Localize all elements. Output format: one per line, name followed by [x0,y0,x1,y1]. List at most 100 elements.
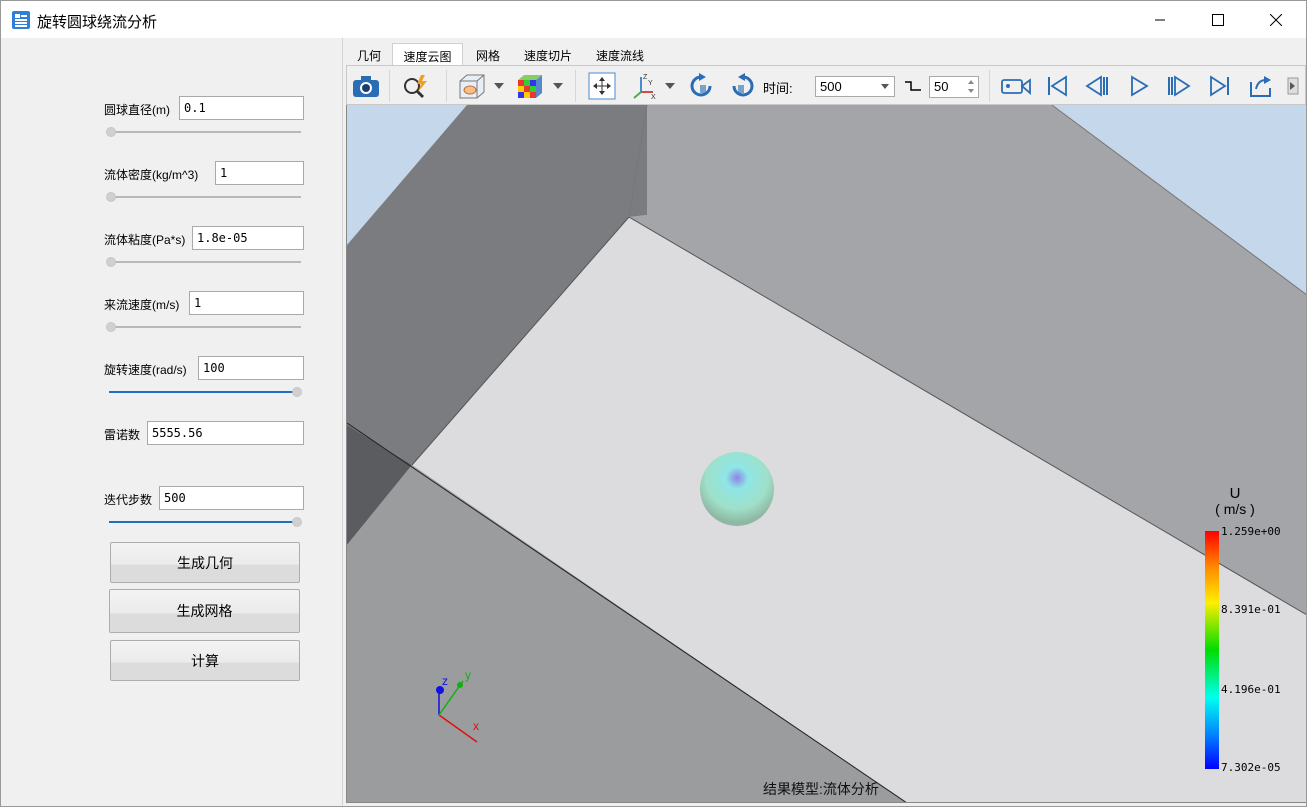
generate-geometry-button[interactable]: 生成几何 [110,542,300,583]
record-button[interactable] [999,71,1033,101]
zoom-fit-button[interactable] [401,71,431,101]
iteration-steps-label: 迭代步数 [104,493,153,507]
zoom-fit-icon [404,75,427,99]
tab-mesh[interactable]: 网格 [467,43,509,65]
first-frame-button[interactable] [1042,71,1072,101]
viscosity-label: 流体粘度(Pa*s) [104,233,186,247]
close-icon [1270,13,1282,26]
generate-mesh-button[interactable]: 生成网格 [109,589,300,633]
tab-velocity-slice[interactable]: 速度切片 [515,43,581,65]
legend-unit: ( m/s ) [1215,501,1255,517]
iteration-steps-input[interactable]: 500 [159,486,304,510]
z-axis-label: z [442,674,448,688]
legend-tick: 4.196e-01 [1221,683,1281,696]
box-display-icon [459,74,485,99]
diameter-label: 圆球直径(m) [104,103,170,117]
svg-text:X: X [651,94,656,100]
slider-thumb[interactable] [106,322,116,332]
tab-geometry[interactable]: 几何 [349,43,389,65]
close-button[interactable] [1247,1,1305,38]
box-display-button[interactable] [457,71,487,101]
time-label: 时间: [763,81,793,96]
first-frame-icon [1048,75,1067,97]
chevron-down-icon [881,84,889,89]
play-button[interactable] [1124,71,1154,101]
step-spinbox[interactable]: 50 [929,76,979,98]
legend-tick: 8.391e-01 [1221,603,1281,616]
app-logo-icon [12,11,30,29]
x-axis-label: x [473,719,479,733]
legend-tick: 7.302e-05 [1221,761,1281,774]
next-frame-button[interactable] [1164,71,1194,101]
compute-button[interactable]: 计算 [110,640,300,681]
rotate-ccw-button[interactable] [728,71,758,101]
slider-thumb[interactable] [106,127,116,137]
time-select-value: 500 [820,79,842,94]
rotation-speed-slider[interactable] [109,386,302,398]
last-frame-button[interactable] [1205,71,1235,101]
legend-tick: 1.259e+00 [1221,525,1281,538]
iteration-steps-slider[interactable] [109,516,302,528]
prev-frame-button[interactable] [1082,71,1112,101]
density-slider[interactable] [106,191,302,203]
window-title: 旋转圆球绕流分析 [37,14,158,31]
cube-color-icon [518,75,542,98]
density-label: 流体密度(kg/m^3) [104,168,199,182]
cube-color-button[interactable] [515,71,545,101]
inflow-velocity-input[interactable]: 1 [189,291,304,315]
diameter-input[interactable]: 0.1 [179,96,304,120]
axes-dropdown-arrow[interactable] [665,83,675,89]
density-input[interactable]: 1 [215,161,304,185]
cube-color-dropdown-arrow[interactable] [553,83,563,89]
inflow-velocity-slider[interactable] [106,321,302,333]
rotate-cw-icon [690,73,712,97]
screenshot-button[interactable] [351,71,381,101]
scene-canvas: x y z [347,105,1306,802]
maximize-button[interactable] [1189,1,1247,38]
export-button[interactable] [1246,71,1276,101]
axes-orient-icon: ZYX [633,74,656,100]
tab-streamlines[interactable]: 速度流线 [587,43,653,65]
pan-button[interactable] [587,71,617,101]
box-display-dropdown-arrow[interactable] [494,83,504,89]
legend-color-bar [1205,531,1219,769]
rotation-speed-input[interactable]: 100 [198,356,304,380]
record-icon [1001,78,1031,95]
time-select[interactable]: 500 [815,76,895,97]
viscosity-slider[interactable] [106,256,302,268]
slider-thumb[interactable] [292,517,302,527]
reynolds-input[interactable]: 5555.56 [147,421,304,445]
model-label: 结果模型:流体分析 [763,781,879,797]
svg-text:Y: Y [648,80,653,87]
slider-thumb[interactable] [292,387,302,397]
render-viewport[interactable]: x y z U ( m/s ) 1.259e+00 8.391e-01 4.19… [346,105,1306,803]
color-legend: U ( m/s ) 1.259e+00 8.391e-01 4.196e-01 … [1205,485,1305,775]
spin-up-icon[interactable] [968,80,974,84]
reynolds-label: 雷诺数 [104,428,141,442]
diameter-slider[interactable] [106,126,302,138]
slider-thumb[interactable] [106,257,116,267]
step-icon-glyph [905,81,921,91]
toolbar-overflow-button[interactable] [1283,71,1303,101]
screenshot-icon [353,76,379,97]
step-icon [900,71,926,101]
spin-down-icon[interactable] [968,89,974,93]
viscosity-input[interactable]: 1.8e-05 [192,226,304,250]
rotation-speed-label: 旋转速度(rad/s) [104,363,187,377]
app-window: 旋转圆球绕流分析 圆球直径(m) 0.1 流体密度(kg/m^3) 1 流体粘度… [0,0,1307,807]
sphere-model [700,452,774,526]
inflow-velocity-label: 来流速度(m/s) [104,298,180,312]
step-value: 50 [934,79,949,94]
export-icon [1250,76,1271,97]
minimize-button[interactable] [1131,1,1189,38]
slider-thumb[interactable] [106,192,116,202]
rotate-cw-button[interactable] [686,71,716,101]
minimize-icon [1155,19,1165,20]
tab-velocity-contour[interactable]: 速度云图 [392,43,463,65]
slider-fill [109,521,297,523]
prev-frame-icon [1085,75,1108,97]
axes-orient-button[interactable]: ZYX [630,71,660,101]
rotate-ccw-icon [732,73,754,97]
overflow-icon [1287,77,1299,95]
last-frame-icon [1210,75,1229,97]
